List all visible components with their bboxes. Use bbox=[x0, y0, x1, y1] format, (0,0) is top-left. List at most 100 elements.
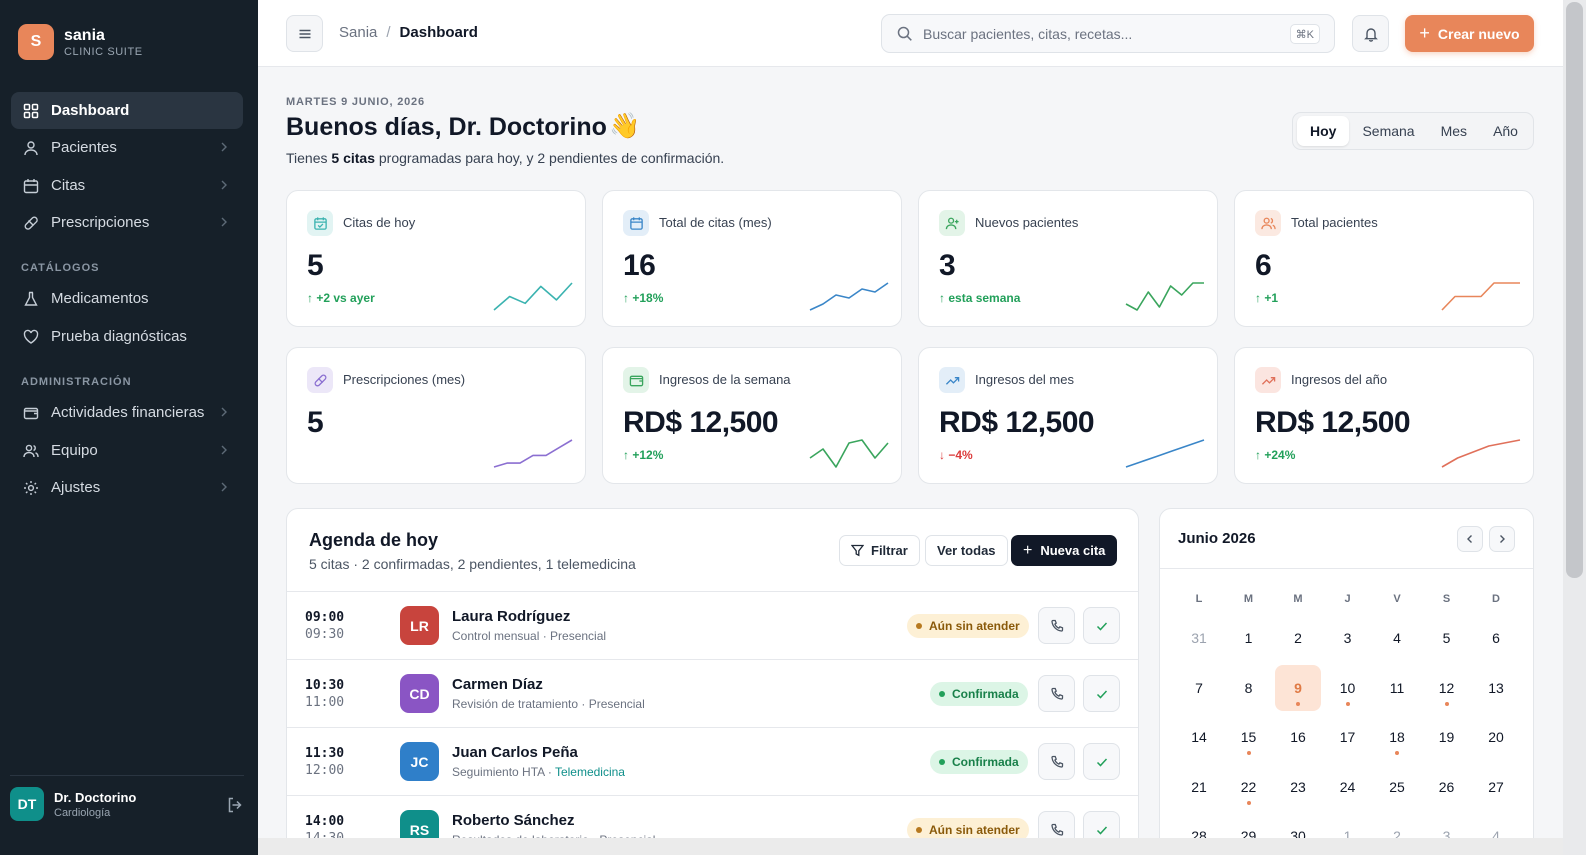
calendar-day[interactable]: 15 bbox=[1226, 714, 1272, 760]
calendar-day[interactable]: 31 bbox=[1176, 615, 1222, 661]
day-number: 1 bbox=[1244, 630, 1253, 646]
call-button[interactable] bbox=[1038, 607, 1075, 644]
calendar-day[interactable]: 11 bbox=[1374, 665, 1420, 711]
sidebar-item-medicamentos[interactable]: Medicamentos bbox=[11, 280, 243, 317]
patient-name[interactable]: Carmen Díaz bbox=[452, 676, 543, 693]
calendar-day[interactable]: 6 bbox=[1473, 615, 1519, 661]
calendar-day[interactable]: 20 bbox=[1473, 714, 1519, 760]
appointment-row[interactable]: 09:00 09:30 LR Laura Rodríguez Control mensu… bbox=[287, 591, 1138, 659]
sidebar-item-prescripciones[interactable]: Prescripciones bbox=[11, 204, 243, 241]
patient-name[interactable]: Laura Rodríguez bbox=[452, 608, 570, 625]
calendar-day[interactable]: 14 bbox=[1176, 714, 1222, 760]
telemedicine-link[interactable]: Telemedicina bbox=[555, 765, 625, 779]
search-box[interactable]: ⌘K bbox=[881, 14, 1335, 53]
stat-card[interactable]: Ingresos del año RD$ 12,500 ↑ +24% bbox=[1234, 347, 1534, 484]
scrollbar-thumb[interactable] bbox=[1566, 2, 1583, 578]
calendar-day-today[interactable]: 9 bbox=[1275, 664, 1321, 711]
calendar-day[interactable]: 23 bbox=[1275, 764, 1321, 810]
menu-button[interactable] bbox=[286, 15, 323, 52]
calendar-day[interactable]: 17 bbox=[1325, 714, 1371, 760]
stat-value: 5 bbox=[307, 249, 324, 282]
confirm-button[interactable] bbox=[1083, 607, 1120, 644]
calendar-day[interactable]: 27 bbox=[1473, 764, 1519, 810]
patient-name[interactable]: Roberto Sánchez bbox=[452, 812, 575, 829]
calendar-day[interactable]: 22 bbox=[1226, 764, 1272, 810]
logout-icon[interactable] bbox=[226, 796, 244, 814]
stat-card[interactable]: Prescripciones (mes) 5 bbox=[286, 347, 586, 484]
event-dot bbox=[1246, 800, 1251, 805]
stat-card[interactable]: Citas de hoy 5 ↑ +2 vs ayer bbox=[286, 190, 586, 327]
appointment-row[interactable]: 10:30 11:00 CD Carmen Díaz Revisión de trata… bbox=[287, 659, 1138, 727]
create-new-button[interactable]: + Crear nuevo bbox=[1405, 15, 1534, 52]
call-button[interactable] bbox=[1038, 675, 1075, 712]
stat-card[interactable]: Total de citas (mes) 16 ↑ +18% bbox=[602, 190, 902, 327]
status-badge: Confirmada bbox=[930, 750, 1028, 774]
day-number: 3 bbox=[1343, 630, 1352, 646]
breadcrumb-home[interactable]: Sania bbox=[339, 24, 377, 41]
calendar-day[interactable]: 18 bbox=[1374, 714, 1420, 760]
weekday-header: S bbox=[1442, 593, 1451, 605]
breadcrumb-separator: / bbox=[386, 24, 391, 41]
calendar-day[interactable]: 1 bbox=[1226, 615, 1272, 661]
brand-subtitle: CLINIC SUITE bbox=[64, 46, 143, 58]
tab-ano[interactable]: Año bbox=[1480, 116, 1531, 146]
notifications-button[interactable] bbox=[1352, 15, 1389, 52]
brand-logo: S bbox=[18, 24, 54, 60]
calendar-day[interactable]: 10 bbox=[1325, 665, 1371, 711]
user-profile[interactable]: DT Dr. Doctorino Cardiología bbox=[10, 787, 136, 821]
page-bottom-edge bbox=[258, 838, 1563, 855]
sparkline-chart bbox=[1125, 439, 1205, 468]
tab-hoy[interactable]: Hoy bbox=[1297, 116, 1350, 146]
sidebar-item-pacientes[interactable]: Pacientes bbox=[11, 129, 243, 166]
view-all-button[interactable]: Ver todas bbox=[925, 535, 1008, 566]
patient-name[interactable]: Juan Carlos Peña bbox=[452, 744, 578, 761]
calendar-day[interactable]: 26 bbox=[1424, 764, 1470, 810]
sidebar-item-equipo[interactable]: Equipo bbox=[11, 432, 243, 469]
sidebar-item-ajustes[interactable]: Ajustes bbox=[11, 469, 243, 506]
calendar-day[interactable]: 19 bbox=[1424, 714, 1470, 760]
appointment-type: Seguimiento HTA · bbox=[452, 765, 555, 779]
brand[interactable]: S sania CLINIC SUITE bbox=[18, 24, 143, 60]
calendar-day[interactable]: 25 bbox=[1374, 764, 1420, 810]
calendar-day[interactable]: 7 bbox=[1176, 665, 1222, 711]
chevron-right-icon bbox=[221, 407, 227, 417]
tab-mes[interactable]: Mes bbox=[1428, 116, 1480, 146]
avatar: CD bbox=[400, 674, 439, 713]
new-appointment-button[interactable]: + Nueva cita bbox=[1011, 535, 1118, 566]
calendar-day[interactable]: 12 bbox=[1424, 665, 1470, 711]
calendar-day[interactable]: 3 bbox=[1325, 615, 1371, 661]
sidebar-item-citas[interactable]: Citas bbox=[11, 167, 243, 204]
stat-label: Ingresos del mes bbox=[975, 372, 1074, 387]
calendar-day[interactable]: 5 bbox=[1424, 615, 1470, 661]
appointment-row[interactable]: 11:30 12:00 JC Juan Carlos Peña Seguimiento … bbox=[287, 727, 1138, 795]
calendar-day[interactable]: 2 bbox=[1275, 615, 1321, 661]
confirm-button[interactable] bbox=[1083, 675, 1120, 712]
calendar-day[interactable]: 13 bbox=[1473, 665, 1519, 711]
calendar-day[interactable]: 21 bbox=[1176, 764, 1222, 810]
sidebar-item-pruebas[interactable]: Prueba diagnósticas bbox=[11, 318, 243, 355]
arrow-up-icon: ↑ bbox=[307, 291, 313, 305]
search-input[interactable] bbox=[923, 25, 1273, 42]
status-badge: Confirmada bbox=[930, 682, 1028, 706]
calendar-next-button[interactable] bbox=[1489, 526, 1515, 552]
confirm-button[interactable] bbox=[1083, 743, 1120, 780]
calendar-day[interactable]: 24 bbox=[1325, 764, 1371, 810]
call-button[interactable] bbox=[1038, 743, 1075, 780]
stat-card[interactable]: Nuevos pacientes 3 ↑ esta semana bbox=[918, 190, 1218, 327]
create-new-label: Crear nuevo bbox=[1437, 25, 1520, 42]
calendar-day[interactable]: 8 bbox=[1226, 665, 1272, 711]
stat-card[interactable]: Ingresos de la semana RD$ 12,500 ↑ +12% bbox=[602, 347, 902, 484]
stat-card[interactable]: Total pacientes 6 ↑ +1 bbox=[1234, 190, 1534, 327]
filter-button[interactable]: Filtrar bbox=[839, 535, 920, 566]
stat-card[interactable]: Ingresos del mes RD$ 12,500 ↓ −4% bbox=[918, 347, 1218, 484]
sidebar-item-finanzas[interactable]: Actividades financieras bbox=[11, 394, 243, 431]
sidebar-item-dashboard[interactable]: Dashboard bbox=[11, 92, 243, 129]
heart-icon bbox=[22, 328, 40, 346]
scrollbar[interactable] bbox=[1563, 0, 1586, 855]
tab-semana[interactable]: Semana bbox=[1349, 116, 1427, 146]
chevron-right-icon bbox=[221, 217, 227, 227]
calendar-day[interactable]: 16 bbox=[1275, 714, 1321, 760]
calendar-day[interactable]: 4 bbox=[1374, 615, 1420, 661]
sidebar-item-label: Prescripciones bbox=[51, 214, 150, 231]
calendar-prev-button[interactable] bbox=[1457, 526, 1483, 552]
